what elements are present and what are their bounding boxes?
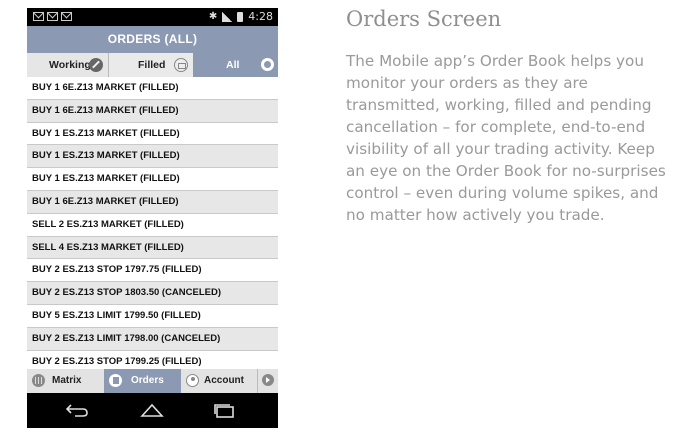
phone-screen: ✱ 4:28 ORDERS (ALL) Working Filled All B… [27,8,278,428]
order-row[interactable]: BUY 1 6E.Z13 MARKET (FILLED) [27,190,278,214]
order-row[interactable]: BUY 2 ES.Z13 STOP 1803.50 (CANCELED) [27,282,278,305]
section-description: The Mobile app’s Order Book helps you mo… [346,52,666,224]
page-title: ORDERS (ALL) [27,26,278,53]
home-icon[interactable] [140,402,164,418]
section-title: Orders Screen [346,7,502,31]
status-bar: ✱ 4:28 [27,8,278,26]
order-row[interactable]: BUY 1 ES.Z13 MARKET (FILLED) [27,122,278,146]
system-nav-bar [27,393,278,428]
mail-icon [61,12,72,21]
system-status: ✱ 4:28 [209,10,273,23]
edit-icon [89,58,103,72]
battery-icon [237,11,244,22]
tab-filled-label: Filled [138,59,166,71]
signal-icon [222,11,233,22]
orders-list[interactable]: BUY 1 6E.Z13 MARKET (FILLED) BUY 1 6E.Z1… [27,77,278,377]
order-row[interactable]: SELL 4 ES.Z13 MARKET (FILLED) [27,236,278,260]
order-row[interactable]: BUY 2 ES.Z13 STOP 1797.75 (FILLED) [27,259,278,283]
order-row[interactable]: BUY 5 ES.Z13 LIMIT 1799.50 (FILLED) [27,304,278,328]
recents-icon[interactable] [212,402,236,418]
tab-all-label: All [226,59,240,71]
orders-icon [109,374,122,387]
order-row[interactable]: SELL 2 ES.Z13 MARKET (FILLED) [27,213,278,237]
nav-orders-label: Orders [131,375,164,386]
nav-account[interactable]: Account [181,369,258,393]
mail-icon [33,12,44,21]
order-row[interactable]: BUY 2 ES.Z13 LIMIT 1798.00 (CANCELED) [27,327,278,351]
notification-icons [33,12,72,21]
account-icon [186,374,199,387]
bottom-nav: Matrix Orders Account [27,369,278,393]
nav-matrix-label: Matrix [52,375,82,386]
nav-account-label: Account [204,375,244,386]
bluetooth-icon: ✱ [208,11,218,22]
nav-orders[interactable]: Orders [104,369,181,393]
all-icon [261,58,274,71]
filled-icon [174,58,188,72]
status-time: 4:28 [248,10,273,23]
back-icon[interactable] [65,402,89,418]
tab-working-label: Working [49,59,91,71]
order-filter-tabs: Working Filled All [27,53,278,77]
mail-icon [47,12,58,21]
tab-working[interactable]: Working [27,53,109,77]
order-row[interactable]: BUY 1 6E.Z13 MARKET (FILLED) [27,77,278,100]
order-row[interactable]: BUY 1 ES.Z13 MARKET (FILLED) [27,145,278,169]
order-row[interactable]: BUY 1 ES.Z13 MARKET (FILLED) [27,168,278,191]
chevron-right-icon [262,374,274,386]
order-row[interactable]: BUY 1 6E.Z13 MARKET (FILLED) [27,99,278,123]
matrix-icon [32,374,45,387]
tab-all[interactable]: All [193,53,278,77]
tab-filled[interactable]: Filled [109,53,193,77]
nav-matrix[interactable]: Matrix [27,369,104,393]
nav-more-button[interactable] [258,369,278,393]
